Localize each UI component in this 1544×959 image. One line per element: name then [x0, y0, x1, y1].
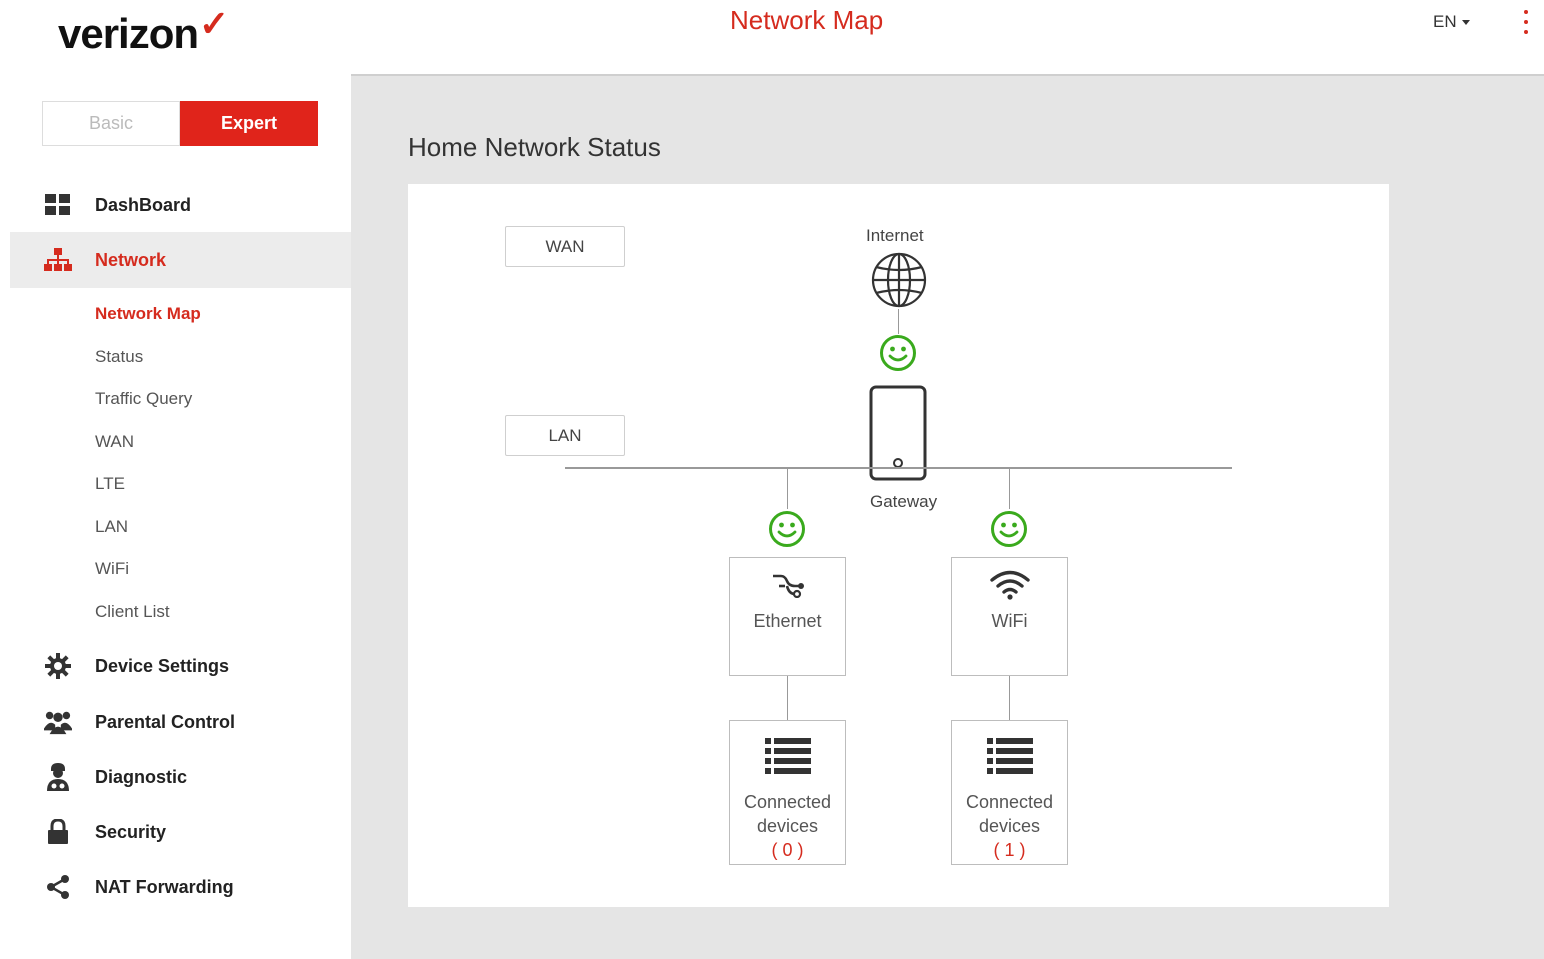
wifi-label: WiFi [991, 611, 1028, 631]
more-menu-icon[interactable] [1522, 10, 1530, 34]
verizon-logo[interactable]: verizon✓ [58, 3, 229, 58]
wifi-device-count: ( 1 ) [993, 840, 1026, 860]
lock-icon [44, 818, 72, 846]
wifi-connected-devices-box[interactable]: Connected devices ( 1 ) [951, 720, 1068, 865]
device-list-icon [986, 737, 1033, 780]
page-title: Network Map [730, 5, 884, 35]
ethernet-box[interactable]: Ethernet [729, 557, 846, 676]
sidebar-item-label: Parental Control [95, 711, 236, 732]
sidebar-item-label: Security [95, 821, 167, 842]
sidebar-item-diagnostic[interactable]: Diagnostic [10, 749, 351, 805]
internet-label: Internet [866, 226, 924, 245]
connected-label-line2: devices [978, 816, 1041, 836]
ethernet-status-smiley-icon [768, 510, 806, 553]
connected-label-line1: Connected [965, 792, 1054, 812]
wifi-box[interactable]: WiFi [951, 557, 1068, 676]
subnav-client-list[interactable]: Client List [95, 602, 170, 622]
logo-text: verizon [58, 10, 199, 57]
subnav-network-map[interactable]: Network Map [95, 304, 201, 324]
ethernet-device-count: ( 0 ) [771, 840, 804, 860]
lan-button[interactable]: LAN [505, 415, 625, 456]
ethernet-devices-connector [787, 676, 788, 720]
gear-icon [44, 652, 72, 680]
ethernet-connected-devices-box[interactable]: Connected devices ( 0 ) [729, 720, 846, 865]
subnav-wifi[interactable]: WiFi [95, 559, 129, 579]
globe-icon[interactable] [870, 251, 928, 314]
sidebar-item-label: NAT Forwarding [95, 876, 234, 897]
sidebar-item-nat-forwarding[interactable]: NAT Forwarding [10, 859, 351, 915]
subnav-lan[interactable]: LAN [95, 517, 128, 537]
share-icon [44, 873, 72, 901]
subnav-wan[interactable]: WAN [95, 432, 134, 452]
subnav-status[interactable]: Status [95, 347, 143, 367]
wan-button[interactable]: WAN [505, 226, 625, 267]
gateway-label: Gateway [870, 492, 938, 511]
internet-connector [898, 309, 899, 334]
mode-toggle: Basic Expert [42, 101, 318, 146]
connected-label-line1: Connected [743, 792, 832, 812]
wifi-status-smiley-icon [990, 510, 1028, 553]
network-icon [44, 246, 72, 274]
users-icon [44, 708, 72, 736]
sidebar-item-label: Diagnostic [95, 766, 188, 787]
lan-bus-line [565, 467, 1232, 469]
gateway-device-icon[interactable] [869, 385, 927, 486]
language-selector[interactable]: EN [1433, 12, 1470, 32]
internet-status-smiley-icon [879, 334, 917, 377]
ethernet-connector [787, 469, 788, 509]
sidebar-item-network[interactable]: Network [10, 232, 351, 288]
device-list-icon [764, 737, 811, 780]
ethernet-label: Ethernet [753, 611, 822, 631]
connected-label-line2: devices [756, 816, 819, 836]
sidebar-item-label: Network [95, 249, 167, 270]
subnav-lte[interactable]: LTE [95, 474, 125, 494]
sidebar-item-parental-control[interactable]: Parental Control [10, 694, 351, 750]
section-title: Home Network Status [408, 132, 661, 162]
caret-down-icon [1461, 20, 1470, 26]
network-map-card: WAN LAN Internet Gateway Ethernet Connec… [408, 184, 1389, 907]
sidebar-item-security[interactable]: Security [10, 804, 351, 860]
wifi-icon [989, 570, 1031, 605]
wifi-devices-connector [1009, 676, 1010, 720]
sidebar-item-label: DashBoard [95, 194, 192, 215]
sidebar-item-device-settings[interactable]: Device Settings [10, 638, 351, 694]
expert-mode-button[interactable]: Expert [180, 101, 318, 146]
logo-check-icon: ✓ [199, 3, 229, 44]
basic-mode-button[interactable]: Basic [42, 101, 180, 146]
doctor-icon [44, 763, 72, 791]
dashboard-icon [44, 191, 72, 219]
wifi-connector [1009, 469, 1010, 509]
language-label: EN [1433, 12, 1457, 31]
sidebar-item-label: Device Settings [95, 655, 230, 676]
subnav-traffic-query[interactable]: Traffic Query [95, 389, 192, 409]
ethernet-icon [771, 572, 805, 603]
sidebar-item-dashboard[interactable]: DashBoard [10, 177, 351, 233]
